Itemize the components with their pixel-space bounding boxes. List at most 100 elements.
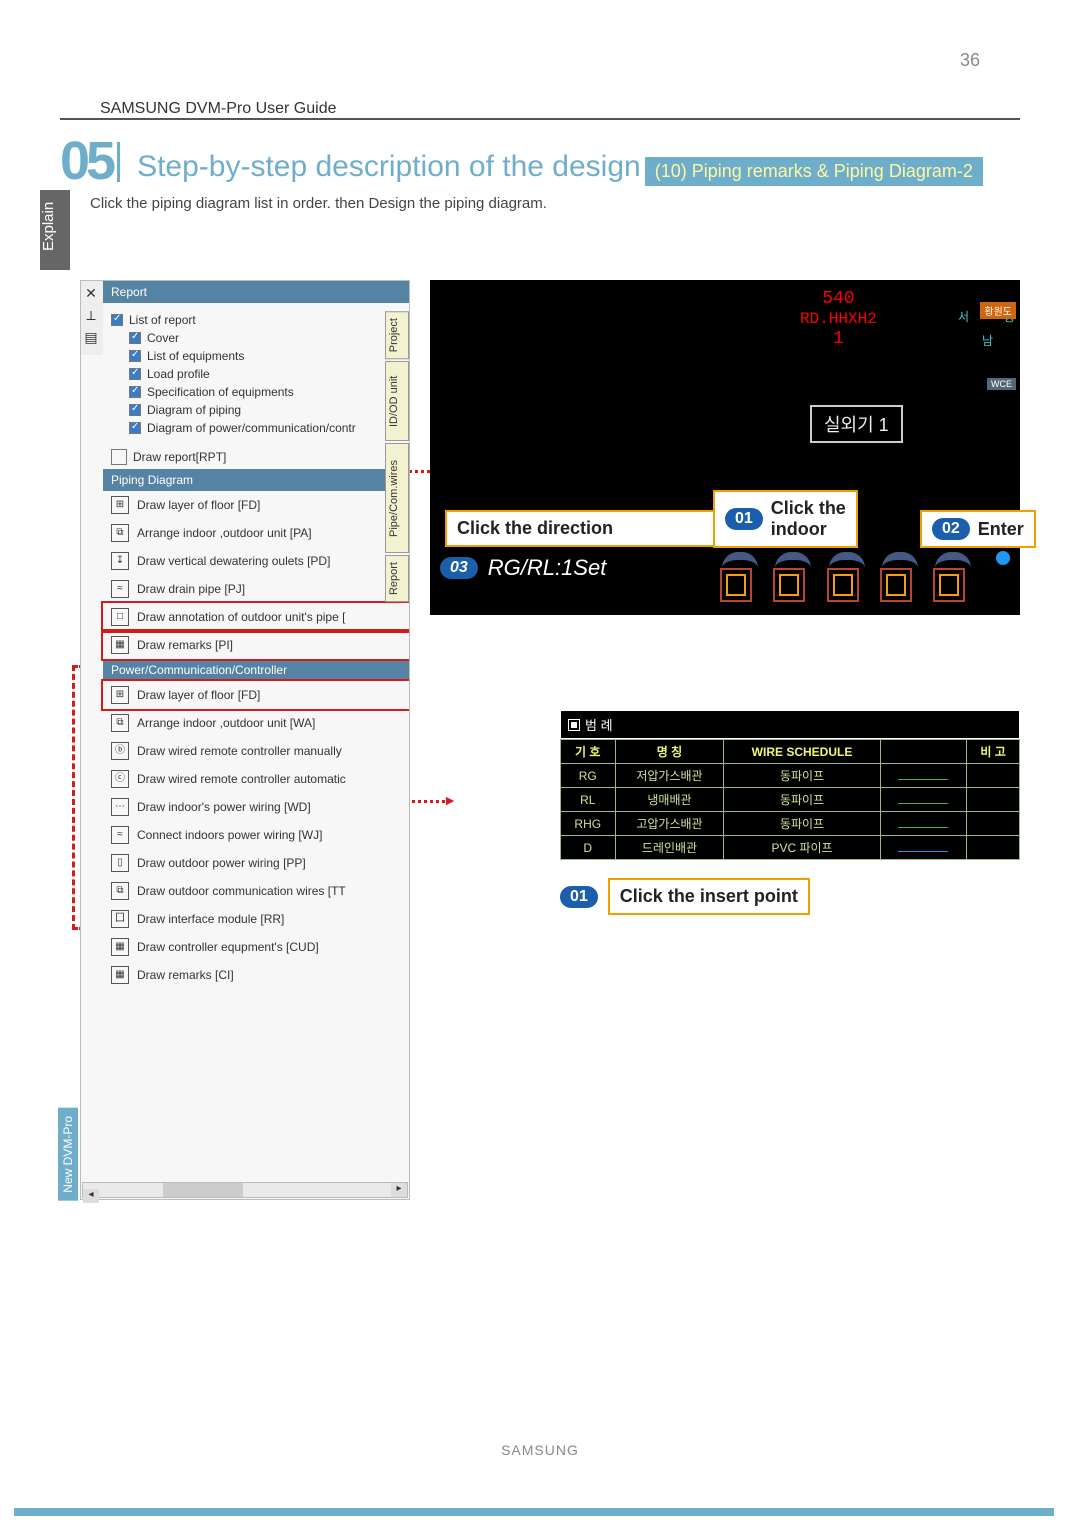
tab-idod[interactable]: ID/OD unit — [385, 361, 409, 441]
power-item-auto[interactable]: ⓒ Draw wired remote controller automatic — [103, 765, 409, 793]
label: Click the insert point — [620, 886, 798, 907]
cell — [967, 836, 1020, 860]
controller-icon: ⓒ — [111, 770, 129, 788]
label: Draw vertical dewatering oulets [PD] — [137, 554, 330, 568]
chk-diag-piping[interactable]: Diagram of piping — [111, 403, 401, 417]
cell: 동파이프 — [724, 764, 880, 788]
indoor-unit-icon — [827, 568, 859, 602]
page-number: 36 — [960, 50, 980, 71]
checkbox-icon[interactable] — [129, 332, 141, 344]
cell — [880, 812, 967, 836]
power-item-ci[interactable]: ▦Draw remarks [CI] — [103, 961, 409, 989]
chk-list-of-report[interactable]: List of report — [111, 313, 401, 327]
power-item-wd[interactable]: ⋯Draw indoor's power wiring [WD] — [103, 793, 409, 821]
checkbox-icon[interactable] — [129, 350, 141, 362]
list-icon[interactable]: ▤ — [83, 329, 99, 345]
section-title: Step-by-step description of the design — [137, 150, 641, 192]
piping-item-pj[interactable]: ≈Draw drain pipe [PJ] — [103, 575, 409, 603]
piping-item-pa[interactable]: ⧉Arrange indoor ,outdoor unit [PA] — [103, 519, 409, 547]
close-icon[interactable]: ✕ — [83, 285, 99, 301]
sidebar-panel: ✕ ⟂ ▤ Project ID/OD unit Pipe/Com.wires … — [80, 280, 410, 1200]
power-item-wj[interactable]: ≈Connect indoors power wiring [WJ] — [103, 821, 409, 849]
label: Draw wired remote controller automatic — [137, 772, 346, 786]
chk-list-equip[interactable]: List of equipments — [111, 349, 401, 363]
remarks-icon: ▦ — [111, 966, 129, 984]
remarks-icon: ▦ — [111, 636, 129, 654]
legend-row: RHG 고압가스배관 동파이프 — [561, 812, 1020, 836]
line1: Click the — [771, 498, 846, 518]
label: Draw layer of floor [FD] — [137, 688, 260, 702]
scroll-thumb[interactable] — [163, 1183, 243, 1197]
checkbox-icon[interactable] — [129, 404, 141, 416]
chk-load-profile[interactable]: Load profile — [111, 367, 401, 381]
scroll-left-icon[interactable]: ◂ — [83, 1189, 99, 1203]
label: Enter — [978, 519, 1024, 540]
piping-item-annotation[interactable]: □Draw annotation of outdoor unit's pipe … — [103, 603, 409, 631]
callout-box: Click the insert point — [608, 878, 810, 915]
chk-diag-power[interactable]: Diagram of power/communication/contr — [111, 421, 401, 435]
pin-icon[interactable]: ⟂ — [83, 307, 99, 323]
checkbox-icon[interactable] — [129, 422, 141, 434]
explain-tab: Explain — [40, 190, 70, 270]
col-code: 기 호 — [561, 740, 616, 764]
checkbox-icon[interactable] — [129, 368, 141, 380]
checkbox-icon[interactable] — [111, 314, 123, 326]
title-underline — [60, 118, 1020, 120]
label: List of equipments — [147, 349, 244, 363]
power-item-pp[interactable]: ▯Draw outdoor power wiring [PP] — [103, 849, 409, 877]
label: Draw annotation of outdoor unit's pipe [ — [137, 610, 345, 624]
callout-click-indoor: 01 Click the indoor — [713, 490, 858, 548]
line2: indoor — [771, 519, 827, 539]
legend-row: D 드레인배관 PVC 파이프 — [561, 836, 1020, 860]
cell — [880, 836, 967, 860]
step-badge-01: 01 — [725, 508, 763, 530]
label: Draw controller equpment's [CUD] — [137, 940, 319, 954]
label: RG/RL:1Set — [488, 555, 607, 581]
document-icon — [111, 449, 127, 465]
step-badge-03: 03 — [440, 557, 478, 579]
tab-report[interactable]: Report — [385, 555, 409, 602]
compass-icon: 서 동 남 — [970, 290, 1010, 350]
cell: 냉매배관 — [615, 788, 724, 812]
layer-icon: ⊞ — [111, 686, 129, 704]
power-item-manual[interactable]: ⓑDraw wired remote controller manually — [103, 737, 409, 765]
piping-item-remarks[interactable]: ▦Draw remarks [PI] — [103, 631, 409, 659]
cell — [967, 764, 1020, 788]
piping-item-fd[interactable]: ⊞Draw layer of floor [FD] — [103, 491, 409, 519]
panel-scrollbar[interactable]: ◂ ▸ — [82, 1182, 408, 1198]
chk-cover[interactable]: Cover — [111, 331, 401, 345]
indoor-unit-icon — [773, 568, 805, 602]
piping-item-pd[interactable]: ↧Draw vertical dewatering oulets [PD] — [103, 547, 409, 575]
report-header: Report — [103, 281, 409, 303]
legend-table: 기 호 명 칭 WIRE SCHEDULE 비 고 RG 저압가스배관 동파이프… — [560, 739, 1020, 860]
cell: RG — [561, 764, 616, 788]
legend-row: RG 저압가스배관 동파이프 — [561, 764, 1020, 788]
controller-icon: ⓑ — [111, 742, 129, 760]
wire-line-icon — [898, 779, 948, 780]
label: Click the direction — [457, 518, 613, 539]
wire-line-icon — [898, 827, 948, 828]
callout-insert-point: 01 Click the insert point — [560, 878, 810, 915]
square-icon — [569, 720, 579, 730]
tab-pipe[interactable]: Pipe/Com.wires — [385, 443, 409, 553]
power-item-tt[interactable]: ⧉Draw outdoor communication wires [TT — [103, 877, 409, 905]
draw-report-button[interactable]: Draw report[RPT] — [103, 445, 409, 469]
power-item-fd[interactable]: ⊞ Draw layer of floor [FD] — [103, 681, 409, 709]
cell — [880, 788, 967, 812]
checkbox-icon[interactable] — [129, 386, 141, 398]
new-dvm-pro-tab[interactable]: New DVM-Pro — [58, 1108, 78, 1201]
side-tabs: Project ID/OD unit Pipe/Com.wires Report — [385, 311, 409, 604]
blue-marker-icon — [996, 551, 1010, 565]
arc-icon — [829, 552, 865, 568]
power-item-wa[interactable]: ⧉Arrange indoor ,outdoor unit [WA] — [103, 709, 409, 737]
scroll-right-icon[interactable]: ▸ — [391, 1183, 407, 1197]
label: Draw layer of floor [FD] — [137, 498, 260, 512]
chk-spec-equip[interactable]: Specification of equipments — [111, 385, 401, 399]
label: Click the indoor — [771, 498, 846, 540]
power-item-cud[interactable]: ▦Draw controller equpment's [CUD] — [103, 933, 409, 961]
wire-icon: ⋯ — [111, 798, 129, 816]
power-item-rr[interactable]: 囗Draw interface module [RR] — [103, 905, 409, 933]
col-name: 명 칭 — [615, 740, 724, 764]
legend-table-wrap: 범 례 기 호 명 칭 WIRE SCHEDULE 비 고 RG 저압가스배관 … — [560, 710, 1020, 860]
tab-project[interactable]: Project — [385, 311, 409, 359]
